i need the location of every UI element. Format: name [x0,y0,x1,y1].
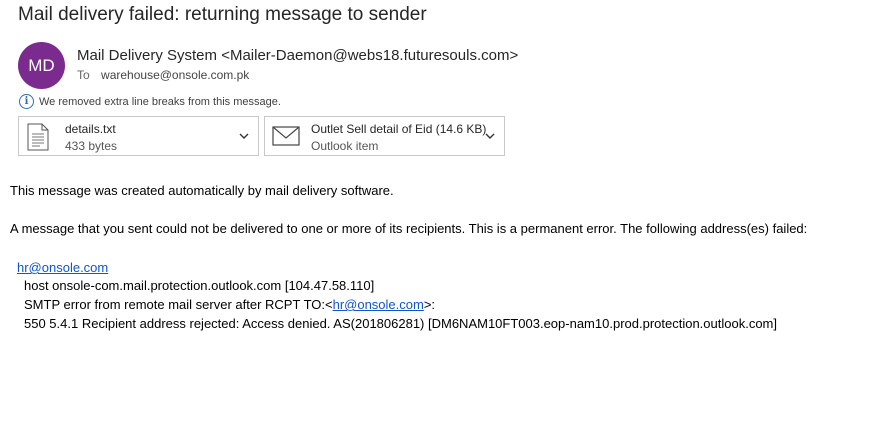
recipient-row: To warehouse@onsole.com.pk [77,68,249,82]
smtp-address-link[interactable]: hr@onsole.com [333,297,424,312]
info-notice-text[interactable]: We removed extra line breaks from this m… [39,96,281,108]
smtp-error-prefix: SMTP error from remote mail server after… [24,297,333,312]
failed-address-line: hr@onsole.com [17,260,108,275]
text-file-icon [27,123,49,151]
smtp-error-suffix: >: [423,297,436,312]
body-line-auto-message: This message was created automatically b… [10,183,394,198]
host-line: host onsole-com.mail.protection.outlook.… [24,278,375,293]
recipient-address[interactable]: warehouse@onsole.com.pk [101,68,249,82]
avatar-initials: MD [28,55,55,75]
attachment-outlook-item[interactable]: Outlet Sell detail of Eid (14.6 KB) Outl… [264,116,505,156]
info-icon: i [19,94,34,109]
body-line-failure-notice: A message that you sent could not be del… [10,221,808,236]
attachment-name: details.txt [65,122,116,136]
envelope-icon [272,126,300,146]
smtp-error-line: SMTP error from remote mail server after… [24,297,435,312]
attachment-details-txt[interactable]: details.txt 433 bytes [18,116,259,156]
sender-name[interactable]: Mail Delivery System <Mailer-Daemon@webs… [77,47,518,64]
failed-address-link[interactable]: hr@onsole.com [17,260,108,275]
chevron-down-icon[interactable] [484,130,496,142]
attachment-name: Outlet Sell detail of Eid (14.6 KB) [311,122,487,136]
info-notice: i We removed extra line breaks from this… [19,94,281,109]
chevron-down-icon[interactable] [238,130,250,142]
message-subject: Mail delivery failed: returning message … [18,4,427,25]
error-code-line: 550 5.4.1 Recipient address rejected: Ac… [24,316,777,331]
sender-avatar[interactable]: MD [18,42,65,89]
to-label: To [77,68,90,82]
attachment-size: 433 bytes [65,139,118,153]
attachment-type: Outlook item [311,139,379,153]
